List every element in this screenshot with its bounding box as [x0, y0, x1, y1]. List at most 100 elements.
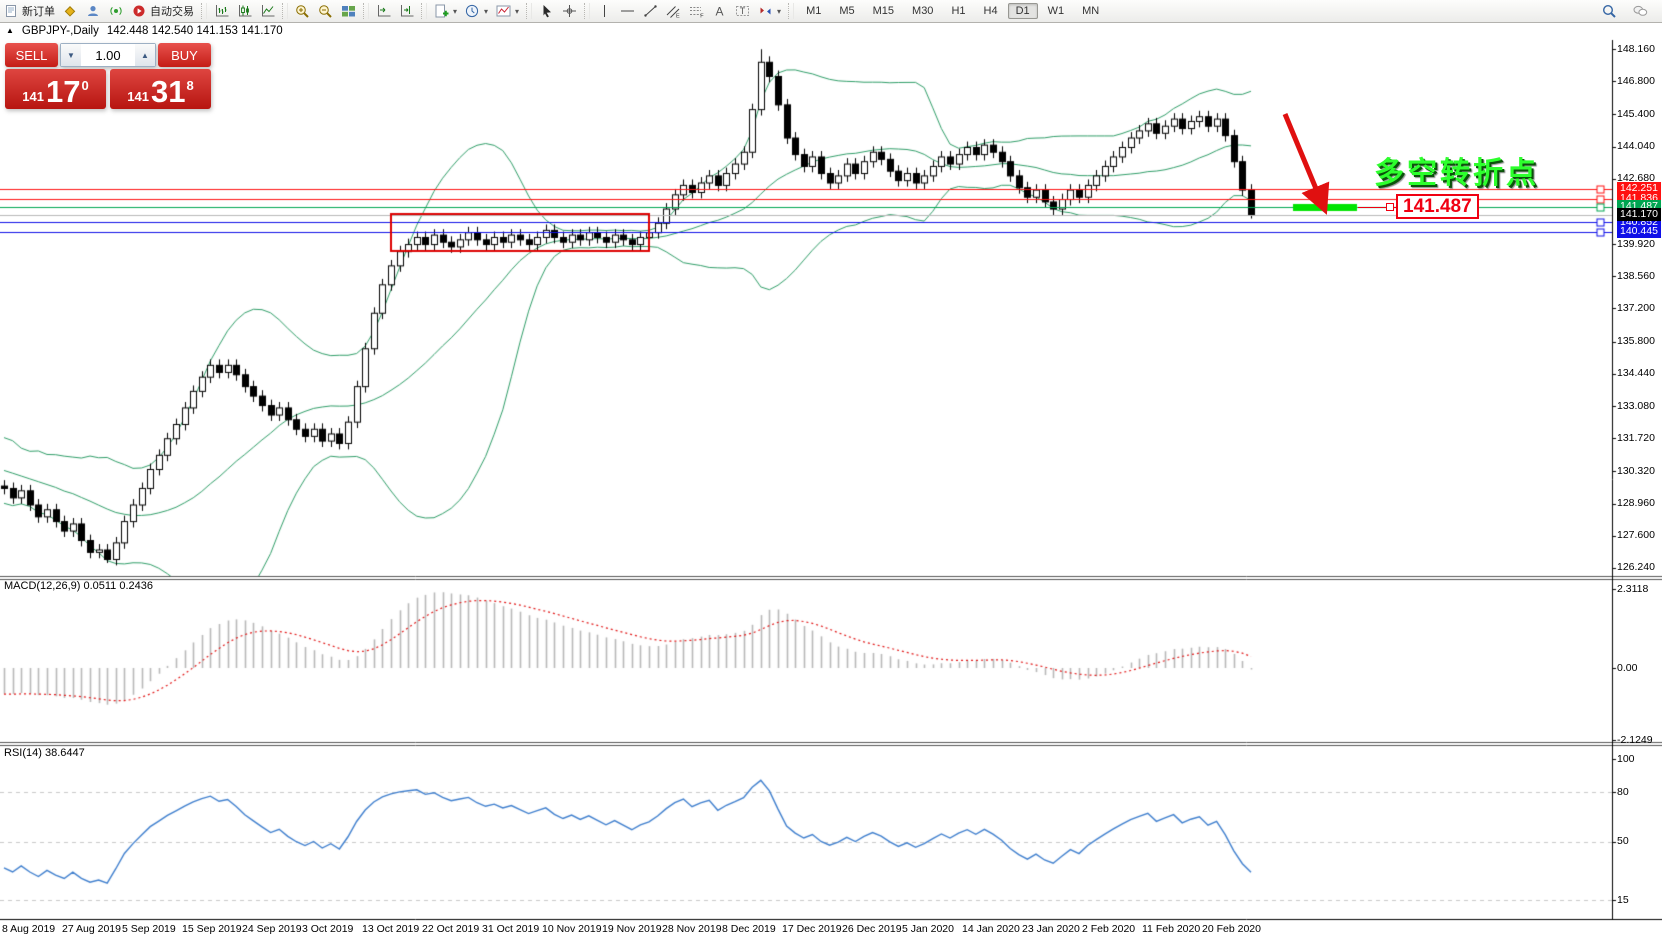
toolbar-separator — [201, 3, 207, 19]
sell-price-main: 141 — [22, 89, 44, 104]
main-price-pane[interactable] — [0, 40, 1612, 576]
chat-button[interactable] — [1629, 2, 1652, 20]
price-tick-label: 148.160 — [1617, 43, 1661, 56]
price-tick-label: 128.960 — [1617, 497, 1661, 510]
horizontal-line-button[interactable] — [616, 2, 639, 20]
search-button[interactable] — [1598, 2, 1621, 20]
text-label-button[interactable]: T — [731, 2, 754, 20]
date-tick-label: 13 Oct 2019 — [362, 923, 419, 935]
rsi-tick-label: 80 — [1617, 786, 1661, 799]
chart-shift-button[interactable] — [395, 2, 418, 20]
auto-scroll-button[interactable] — [372, 2, 395, 20]
rsi-tick-label: 50 — [1617, 835, 1661, 848]
date-tick-label: 8 Aug 2019 — [2, 923, 55, 935]
svg-text:T: T — [740, 6, 746, 16]
dropdown-arrow-icon: ▾ — [777, 7, 781, 16]
turning-point-annotation[interactable]: 多空转折点 — [1374, 148, 1539, 192]
price-tick-label: 139.920 — [1617, 238, 1661, 251]
zoom-out-button[interactable] — [314, 2, 337, 20]
sell-price-display[interactable]: 141 17 0 — [5, 69, 106, 109]
metaquotes-button[interactable] — [59, 2, 82, 20]
volume-stepper: ▼ ▲ — [60, 43, 156, 67]
zoom-in-button[interactable] — [291, 2, 314, 20]
line-chart-button[interactable] — [256, 2, 279, 20]
volume-increase-button[interactable]: ▲ — [135, 44, 155, 66]
date-tick-label: 2 Feb 2020 — [1082, 923, 1135, 935]
date-tick-label: 15 Sep 2019 — [182, 923, 242, 935]
date-tick-label: 22 Oct 2019 — [422, 923, 479, 935]
new-chart-button[interactable]: ▾ — [430, 2, 461, 20]
sell-button[interactable]: SELL — [5, 43, 58, 67]
trendline-button[interactable] — [639, 2, 662, 20]
macd-pane[interactable] — [0, 579, 1612, 742]
mt4-terminal-window: 新订单 自动交易 ▾ ▾ ▾ EFAT ▾ M1M5M15M30H1H4D1W1MN ▲ GB… — [0, 0, 1662, 946]
date-tick-label: 14 Jan 2020 — [962, 923, 1020, 935]
timeframe-m1-button[interactable]: M1 — [798, 3, 829, 19]
timeframe-h1-button[interactable]: H1 — [943, 3, 973, 19]
timeframe-m5-button[interactable]: M5 — [831, 3, 862, 19]
price-tag-annotation[interactable]: 141.487 — [1396, 194, 1479, 219]
new-order-button-label: 新订单 — [22, 3, 55, 19]
down-arrow-annotation[interactable] — [1268, 100, 1352, 228]
macd-tick-label: -2.1249 — [1617, 734, 1661, 747]
templates-button[interactable]: ▾ — [492, 2, 523, 20]
buy-price-main: 141 — [127, 89, 149, 104]
volume-decrease-button[interactable]: ▼ — [61, 44, 81, 66]
price-tick-label: 134.440 — [1617, 367, 1661, 380]
arrows-button[interactable]: ▾ — [754, 2, 785, 20]
timeframe-h4-button[interactable]: H4 — [976, 3, 1006, 19]
date-tick-label: 28 Nov 2019 — [662, 923, 722, 935]
price-tick-label: 144.040 — [1617, 140, 1661, 153]
date-tick-label: 10 Nov 2019 — [542, 923, 602, 935]
rsi-pane[interactable] — [0, 746, 1612, 918]
chart-ohlc-values: 142.448 142.540 141.153 141.170 — [107, 25, 283, 37]
autotrading-button-label: 自动交易 — [150, 3, 194, 19]
price-tick-label: 126.240 — [1617, 561, 1661, 574]
date-axis: 8 Aug 201927 Aug 20195 Sep 201915 Sep 20… — [0, 923, 1662, 939]
buy-button[interactable]: BUY — [158, 43, 211, 67]
equidistant-channel-button[interactable]: E — [662, 2, 685, 20]
tile-windows-button[interactable] — [337, 2, 360, 20]
price-tick-label: 138.560 — [1617, 270, 1661, 283]
fibonacci-button[interactable]: F — [685, 2, 708, 20]
date-tick-label: 31 Oct 2019 — [482, 923, 539, 935]
toolbar-separator — [363, 3, 369, 19]
new-order-button[interactable]: 新订单 — [0, 2, 59, 20]
price-tag-handle[interactable] — [1386, 203, 1394, 211]
text-button[interactable]: A — [708, 2, 731, 20]
signals-button[interactable] — [105, 2, 128, 20]
periodicity-button[interactable]: ▾ — [461, 2, 492, 20]
buy-price-display[interactable]: 141 31 8 — [110, 69, 211, 109]
chart-symbol-period: GBPJPY-,Daily — [22, 25, 99, 37]
dropdown-arrow-icon: ▾ — [453, 7, 457, 16]
bar-chart-button[interactable] — [210, 2, 233, 20]
date-tick-label: 11 Feb 2020 — [1142, 923, 1200, 935]
timeframe-mn-button[interactable]: MN — [1074, 3, 1107, 19]
volume-input[interactable] — [81, 44, 135, 66]
date-tick-label: 3 Oct 2019 — [302, 923, 353, 935]
cursor-button[interactable] — [535, 2, 558, 20]
timeframe-m30-button[interactable]: M30 — [904, 3, 941, 19]
price-tick-label: 127.600 — [1617, 529, 1661, 542]
one-click-trading-panel: SELL ▼ ▲ BUY 141 17 0 141 31 8 — [5, 43, 211, 109]
price-tick-label: 133.080 — [1617, 400, 1661, 413]
date-tick-label: 19 Nov 2019 — [602, 923, 662, 935]
toolbar-separator — [584, 3, 590, 19]
rsi-label: RSI(14) 38.6447 — [4, 747, 85, 759]
timeframe-d1-button[interactable]: D1 — [1008, 3, 1038, 19]
date-tick-label: 27 Aug 2019 — [62, 923, 121, 935]
timeframe-w1-button[interactable]: W1 — [1040, 3, 1073, 19]
current-price-label: 141.170 — [1617, 208, 1661, 221]
rsi-tick-label: 15 — [1617, 894, 1661, 907]
price-tick-label: 131.720 — [1617, 432, 1661, 445]
open-account-button[interactable] — [82, 2, 105, 20]
autotrading-button[interactable]: 自动交易 — [128, 2, 198, 20]
buy-price-fraction: 8 — [186, 78, 193, 93]
candlestick-chart-button[interactable] — [233, 2, 256, 20]
dropdown-arrow-icon: ▾ — [515, 7, 519, 16]
timeframe-m15-button[interactable]: M15 — [865, 3, 902, 19]
crosshair-button[interactable] — [558, 2, 581, 20]
vertical-line-button[interactable] — [593, 2, 616, 20]
date-tick-label: 26 Dec 2019 — [842, 923, 902, 935]
dropdown-arrow-icon: ▾ — [484, 7, 488, 16]
